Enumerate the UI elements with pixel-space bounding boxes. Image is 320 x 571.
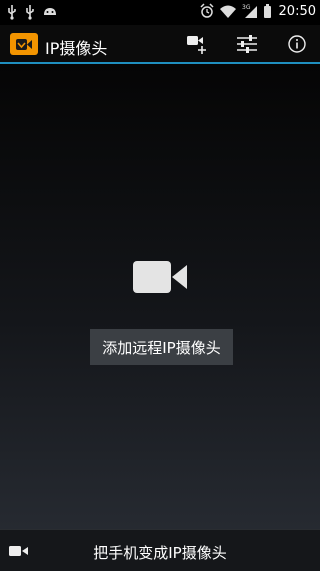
settings-sliders-icon [237,35,257,53]
wifi-icon [219,5,236,18]
bottom-bar[interactable]: 把手机变成IP摄像头 [0,529,320,571]
usb-icon [8,5,16,20]
action-bar: IP摄像头 [0,25,320,64]
app-title: IP摄像头 [45,39,108,58]
usb-icon [26,5,34,20]
signal-3g-icon: 3G [242,4,257,18]
video-camera-icon[interactable] [130,257,190,297]
alarm-icon [200,3,214,18]
battery-icon [263,4,271,18]
info-button[interactable] [284,31,310,57]
svg-text:3G: 3G [242,4,251,11]
add-remote-camera-button[interactable]: 添加远程IP摄像头 [90,329,233,365]
settings-button[interactable] [234,31,260,57]
status-bar: 3G 20:50 [0,0,320,25]
status-notifications [6,4,58,20]
clock: 20:50 [278,3,316,19]
phone-as-camera-button[interactable]: 把手机变成IP摄像头 [0,542,320,563]
add-camera-icon [187,36,206,54]
info-icon [288,35,306,53]
android-icon [44,8,56,15]
main-content: 添加远程IP摄像头 [0,64,320,529]
app-logo-icon[interactable] [10,33,38,55]
status-system: 3G 20:50 [200,3,316,19]
add-camera-button[interactable] [184,31,210,57]
